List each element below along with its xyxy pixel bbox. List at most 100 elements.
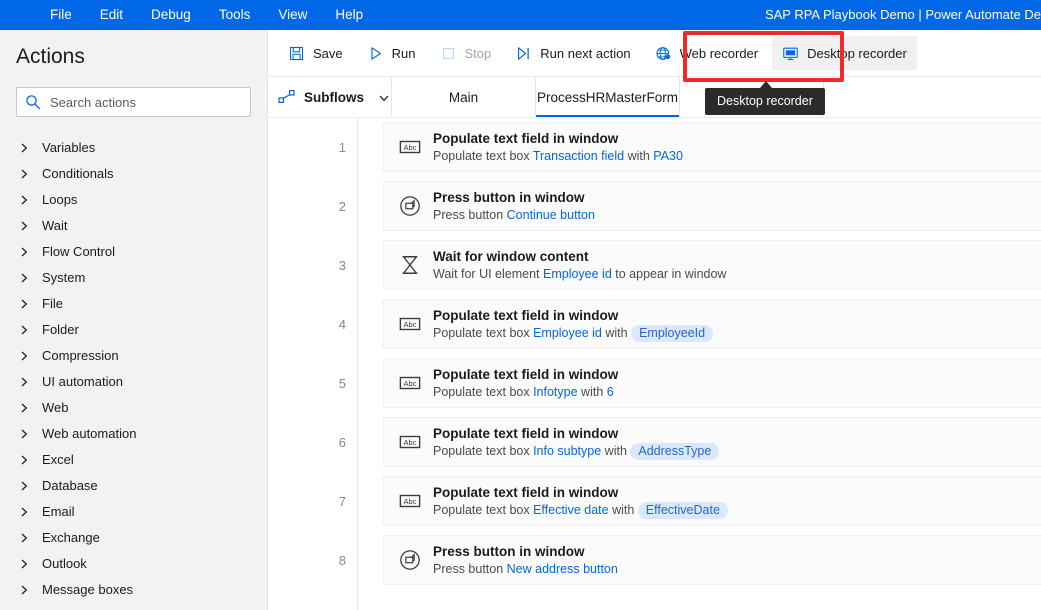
action-card[interactable]: Abc Populate text field in window Populate… [383, 476, 1041, 526]
sidebar-item-outlook[interactable]: Outlook [0, 550, 267, 576]
chevron-right-icon [18, 427, 30, 439]
ui-element-link[interactable]: Effective date [533, 503, 609, 517]
sidebar-item-label: Wait [42, 217, 68, 233]
ui-element-link[interactable]: Employee id [543, 267, 612, 281]
desktop-recorder-button[interactable]: Desktop recorder [772, 36, 917, 70]
ui-element-link[interactable]: Infotype [533, 385, 577, 399]
sidebar-item-web-automation[interactable]: Web automation [0, 420, 267, 446]
toolbar-button-label: Desktop recorder [807, 45, 907, 61]
menu-item-edit[interactable]: Edit [86, 4, 137, 26]
subflows-button[interactable]: Subflows [268, 77, 392, 117]
abc-textbox-icon: Abc [399, 372, 421, 394]
ui-element-link[interactable]: New address button [507, 562, 618, 576]
action-row: 3 Wait for window content Wait for UI elem… [268, 236, 1041, 294]
sidebar-item-system[interactable]: System [0, 264, 267, 290]
tab-main[interactable]: Main [392, 77, 536, 117]
press-button-icon [399, 549, 421, 571]
action-card[interactable]: Press button in window Press button New a… [383, 535, 1041, 585]
action-title: Populate text field in window [433, 484, 619, 500]
chevron-right-icon [18, 271, 30, 283]
sidebar-item-label: Message boxes [42, 581, 134, 597]
sidebar-item-flow-control[interactable]: Flow Control [0, 238, 267, 264]
sidebar-item-label: Loops [42, 191, 78, 207]
save-icon [288, 45, 305, 62]
action-card[interactable]: Abc Populate text field in window Populate… [383, 122, 1041, 172]
sidebar-item-label: File [42, 295, 63, 311]
description-middle: with [601, 325, 632, 340]
sidebar-item-variables[interactable]: Variables [0, 134, 267, 160]
svg-text:Abc: Abc [404, 143, 417, 152]
tab-processhrmasterform[interactable]: ProcessHRMasterForm [536, 77, 680, 117]
action-card[interactable]: Press button in window Press button Conti… [383, 181, 1041, 231]
chevron-down-icon [378, 91, 390, 103]
sidebar-item-file[interactable]: File [0, 290, 267, 316]
search-input[interactable] [50, 94, 242, 110]
menu-item-file[interactable]: File [36, 4, 86, 26]
ui-element-link[interactable]: Info subtype [533, 444, 601, 458]
sidebar-item-label: Outlook [42, 555, 87, 571]
run-button[interactable]: Run [357, 36, 426, 70]
description-prefix: Press button [433, 207, 507, 222]
action-row: 5 Abc Populate text field in window Populat… [268, 354, 1041, 412]
description-middle: with [608, 502, 638, 517]
sidebar-item-exchange[interactable]: Exchange [0, 524, 267, 550]
ui-element-link[interactable]: Continue button [507, 208, 595, 222]
menu-item-help[interactable]: Help [321, 4, 377, 26]
sidebar-item-label: UI automation [42, 373, 123, 389]
chevron-right-icon [18, 479, 30, 491]
search-box[interactable] [16, 87, 251, 117]
action-row: 8 Press button in window Press button New … [268, 531, 1041, 589]
save-button[interactable]: Save [278, 36, 353, 70]
action-description: Populate text box Info subtype with Addr… [433, 442, 720, 460]
sidebar-item-web[interactable]: Web [0, 394, 267, 420]
run-next-action-button[interactable]: Run next action [505, 36, 640, 70]
sidebar-item-conditionals[interactable]: Conditionals [0, 160, 267, 186]
press-button-icon [399, 195, 421, 217]
abc-textbox-icon: Abc [399, 136, 421, 158]
svg-text:Abc: Abc [404, 379, 417, 388]
ui-element-link[interactable]: Transaction field [533, 149, 624, 163]
description-prefix: Populate text box [433, 443, 534, 458]
description-prefix: Populate text box [433, 502, 534, 517]
sidebar-item-message-boxes[interactable]: Message boxes [0, 576, 267, 602]
menu-item-view[interactable]: View [264, 4, 321, 26]
variable-chip: EmployeeId [631, 324, 714, 342]
action-row-list: 1 Abc Populate text field in window Populat… [268, 118, 1041, 590]
sidebar-item-wait[interactable]: Wait [0, 212, 267, 238]
sidebar-item-label: Excel [42, 451, 74, 467]
menu-item-debug[interactable]: Debug [137, 4, 205, 26]
action-row: 1 Abc Populate text field in window Populat… [268, 118, 1041, 176]
variable-chip: EffectiveDate [637, 501, 728, 519]
sidebar-item-excel[interactable]: Excel [0, 446, 267, 472]
chevron-right-icon [18, 193, 30, 205]
ui-element-link[interactable]: Employee id [533, 326, 602, 340]
app-title: SAP RPA Playbook Demo | Power Automate D… [764, 7, 1041, 22]
description-middle: to appear in window [611, 266, 727, 281]
sidebar-item-database[interactable]: Database [0, 472, 267, 498]
action-title: Populate text field in window [433, 366, 619, 382]
action-card[interactable]: Abc Populate text field in window Populate… [383, 358, 1041, 408]
description-value: PA30 [653, 148, 683, 163]
sidebar-item-folder[interactable]: Folder [0, 316, 267, 342]
actions-panel: Actions Variables Conditionals Loops Wait Fl… [0, 30, 268, 610]
action-card[interactable]: Abc Populate text field in window Populate… [383, 299, 1041, 349]
sidebar-item-loops[interactable]: Loops [0, 186, 267, 212]
chevron-right-icon [18, 219, 30, 231]
action-description: Populate text box Infotype with 6 [433, 384, 618, 401]
sidebar-item-compression[interactable]: Compression [0, 342, 267, 368]
action-card[interactable]: Abc Populate text field in window Populate… [383, 417, 1041, 467]
tab-strip: Subflows MainProcessHRMasterFormssForm [268, 77, 1041, 118]
sidebar-item-email[interactable]: Email [0, 498, 267, 524]
action-row: 2 Press button in window Press button Cont… [268, 177, 1041, 235]
stop-button: Stop [430, 36, 502, 70]
sidebar-item-label: System [42, 269, 86, 285]
action-description: Press button New address button [433, 561, 618, 578]
menu-item-tools[interactable]: Tools [205, 4, 265, 26]
web-recorder-button[interactable]: Web recorder [645, 36, 769, 70]
sidebar-item-label: Email [42, 503, 75, 519]
chevron-right-icon [18, 557, 30, 569]
sidebar-item-ui-automation[interactable]: UI automation [0, 368, 267, 394]
row-number: 8 [338, 552, 346, 568]
action-card[interactable]: Wait for window content Wait for UI eleme… [383, 240, 1041, 290]
chevron-right-icon [18, 531, 30, 543]
